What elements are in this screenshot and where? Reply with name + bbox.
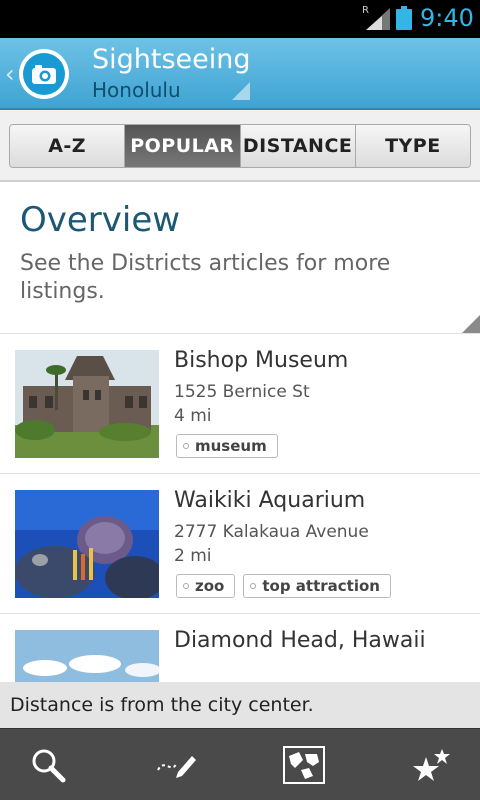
tag-icon <box>183 583 189 589</box>
tag-zoo[interactable]: zoo <box>176 574 236 598</box>
item-name: Diamond Head, Hawaii <box>174 628 426 653</box>
aquarium-thumbnail <box>15 490 159 598</box>
search-icon[interactable] <box>26 743 70 787</box>
roaming-indicator: R <box>362 5 369 16</box>
map-icon[interactable] <box>282 743 326 787</box>
item-distance: 2 mi <box>174 546 212 566</box>
tag-label: museum <box>195 437 267 455</box>
tag-icon <box>250 583 257 589</box>
tag-top-attraction[interactable]: top attraction <box>243 574 391 598</box>
bottom-toolbar <box>0 728 480 800</box>
tag-museum[interactable]: museum <box>176 434 278 458</box>
status-bar: R 9:40 <box>0 0 480 38</box>
tab-popular[interactable]: POPULAR <box>125 125 241 167</box>
museum-thumbnail <box>15 350 159 458</box>
item-address: 2777 Kalakaua Avenue <box>174 522 369 542</box>
overview-title: Overview <box>20 200 181 240</box>
item-name: Waikiki Aquarium <box>174 488 366 513</box>
battery-icon <box>396 6 412 30</box>
tab-a-z[interactable]: A-Z <box>10 125 126 167</box>
edit-pencil-icon[interactable] <box>154 743 198 787</box>
tab-type[interactable]: TYPE <box>355 125 470 167</box>
favorites-stars-icon[interactable] <box>410 743 454 787</box>
list-item[interactable]: Waikiki Aquarium 2777 Kalakaua Avenue 2 … <box>0 474 480 614</box>
list-item[interactable]: Bishop Museum 1525 Bernice St 4 mi museu… <box>0 334 480 474</box>
tag-label: zoo <box>195 577 225 595</box>
expand-corner-icon <box>462 315 480 333</box>
status-time: 9:40 <box>420 4 474 32</box>
item-distance: 4 mi <box>174 406 212 426</box>
back-caret-icon[interactable]: ‹ <box>5 60 15 88</box>
city-spinner[interactable]: Honolulu <box>92 78 181 102</box>
item-name: Bishop Museum <box>174 348 349 373</box>
signal-icon: R <box>362 5 390 30</box>
distance-note: Distance is from the city center. <box>0 682 480 728</box>
screen-title: Sightseeing <box>92 44 251 75</box>
action-bar: ‹ Sightseeing Honolulu <box>0 38 480 110</box>
camera-app-icon[interactable] <box>19 49 69 99</box>
overview-section[interactable]: Overview See the Districts articles for … <box>0 184 480 334</box>
sort-tabs-area: A-Z POPULAR DISTANCE TYPE <box>0 110 480 182</box>
sort-tabs: A-Z POPULAR DISTANCE TYPE <box>9 124 471 168</box>
tab-distance[interactable]: DISTANCE <box>240 125 356 167</box>
spinner-dropdown-icon[interactable] <box>232 82 250 100</box>
tag-label: top attraction <box>262 577 380 595</box>
tag-icon <box>183 443 189 449</box>
item-address: 1525 Bernice St <box>174 382 310 402</box>
overview-text: See the Districts articles for more list… <box>20 251 391 304</box>
